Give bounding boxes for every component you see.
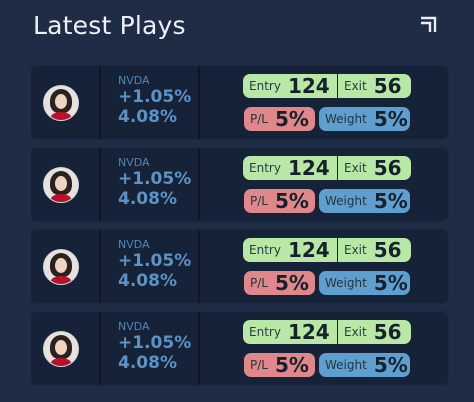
play-card[interactable]: NVDA +1.05% 4.08% Entry 124 Exit 56 P/L 5% …: [31, 66, 448, 139]
exit-label: Exit: [344, 161, 367, 175]
play-metrics: Entry 124 Exit 56 P/L 5% Weight 5%: [200, 230, 448, 303]
entry-pill: Entry 124: [243, 320, 337, 344]
ticker-label: NVDA: [118, 156, 150, 169]
exit-pill: Exit 56: [338, 320, 411, 344]
percent-value: 4.08%: [118, 189, 177, 209]
entry-value: 124: [287, 320, 330, 344]
play-card[interactable]: NVDA +1.05% 4.08% Entry 124 Exit 56 P/L 5% …: [31, 148, 448, 221]
percent-value: 4.08%: [118, 353, 177, 373]
pl-pill: P/L 5%: [244, 189, 315, 213]
latest-plays-panel: Latest Plays NVDA +1.05% 4.08% Entry 124 …: [0, 0, 474, 402]
exit-pill: Exit 56: [338, 74, 411, 98]
play-stats: NVDA +1.05% 4.08%: [101, 230, 198, 303]
weight-value: 5%: [373, 189, 408, 213]
change-value: +1.05%: [118, 169, 192, 189]
exit-value: 56: [373, 156, 402, 180]
entry-label: Entry: [249, 325, 281, 339]
avatar-cell: [31, 312, 81, 385]
pl-pill: P/L 5%: [244, 107, 315, 131]
weight-pill: Weight 5%: [319, 353, 410, 377]
exit-value: 56: [373, 74, 402, 98]
ticker-label: NVDA: [118, 74, 150, 87]
entry-value: 124: [287, 238, 330, 262]
exit-value: 56: [373, 238, 402, 262]
avatar: [43, 84, 79, 121]
weight-value: 5%: [373, 353, 408, 377]
entry-value: 124: [287, 74, 330, 98]
exit-pill: Exit 56: [338, 238, 411, 262]
weight-pill: Weight 5%: [319, 107, 410, 131]
pl-value: 5%: [274, 271, 309, 295]
ticker-label: NVDA: [118, 320, 150, 333]
change-value: +1.05%: [118, 251, 192, 271]
pl-label: P/L: [250, 358, 268, 372]
avatar: [43, 248, 79, 285]
entry-value: 124: [287, 156, 330, 180]
weight-value: 5%: [373, 107, 408, 131]
panel-title: Latest Plays: [33, 11, 186, 40]
pl-value: 5%: [274, 353, 309, 377]
percent-value: 4.08%: [118, 107, 177, 127]
avatar-cell: [31, 230, 81, 303]
pl-value: 5%: [274, 189, 309, 213]
weight-label: Weight: [325, 112, 367, 126]
entry-pill: Entry 124: [243, 238, 337, 262]
entry-pill: Entry 124: [243, 156, 337, 180]
play-metrics: Entry 124 Exit 56 P/L 5% Weight 5%: [200, 312, 448, 385]
play-metrics: Entry 124 Exit 56 P/L 5% Weight 5%: [200, 66, 448, 139]
percent-value: 4.08%: [118, 271, 177, 291]
weight-pill: Weight 5%: [319, 189, 410, 213]
play-card[interactable]: NVDA +1.05% 4.08% Entry 124 Exit 56 P/L 5% …: [31, 230, 448, 303]
weight-label: Weight: [325, 194, 367, 208]
play-stats: NVDA +1.05% 4.08%: [101, 66, 198, 139]
exit-label: Exit: [344, 79, 367, 93]
avatar: [43, 166, 79, 203]
avatar: [43, 330, 79, 367]
change-value: +1.05%: [118, 87, 192, 107]
play-metrics: Entry 124 Exit 56 P/L 5% Weight 5%: [200, 148, 448, 221]
expand-corner-icon[interactable]: [416, 14, 440, 38]
avatar-cell: [31, 66, 81, 139]
weight-value: 5%: [373, 271, 408, 295]
pl-pill: P/L 5%: [244, 271, 315, 295]
entry-label: Entry: [249, 79, 281, 93]
exit-pill: Exit 56: [338, 156, 411, 180]
pl-label: P/L: [250, 112, 268, 126]
exit-label: Exit: [344, 325, 367, 339]
avatar-cell: [31, 148, 81, 221]
weight-label: Weight: [325, 358, 367, 372]
ticker-label: NVDA: [118, 238, 150, 251]
entry-label: Entry: [249, 161, 281, 175]
pl-value: 5%: [274, 107, 309, 131]
pl-label: P/L: [250, 276, 268, 290]
weight-pill: Weight 5%: [319, 271, 410, 295]
entry-pill: Entry 124: [243, 74, 337, 98]
play-card[interactable]: NVDA +1.05% 4.08% Entry 124 Exit 56 P/L 5% …: [31, 312, 448, 385]
exit-value: 56: [373, 320, 402, 344]
pl-label: P/L: [250, 194, 268, 208]
exit-label: Exit: [344, 243, 367, 257]
weight-label: Weight: [325, 276, 367, 290]
play-stats: NVDA +1.05% 4.08%: [101, 148, 198, 221]
plays-list: NVDA +1.05% 4.08% Entry 124 Exit 56 P/L 5% …: [31, 66, 448, 394]
entry-label: Entry: [249, 243, 281, 257]
play-stats: NVDA +1.05% 4.08%: [101, 312, 198, 385]
change-value: +1.05%: [118, 333, 192, 353]
pl-pill: P/L 5%: [244, 353, 315, 377]
